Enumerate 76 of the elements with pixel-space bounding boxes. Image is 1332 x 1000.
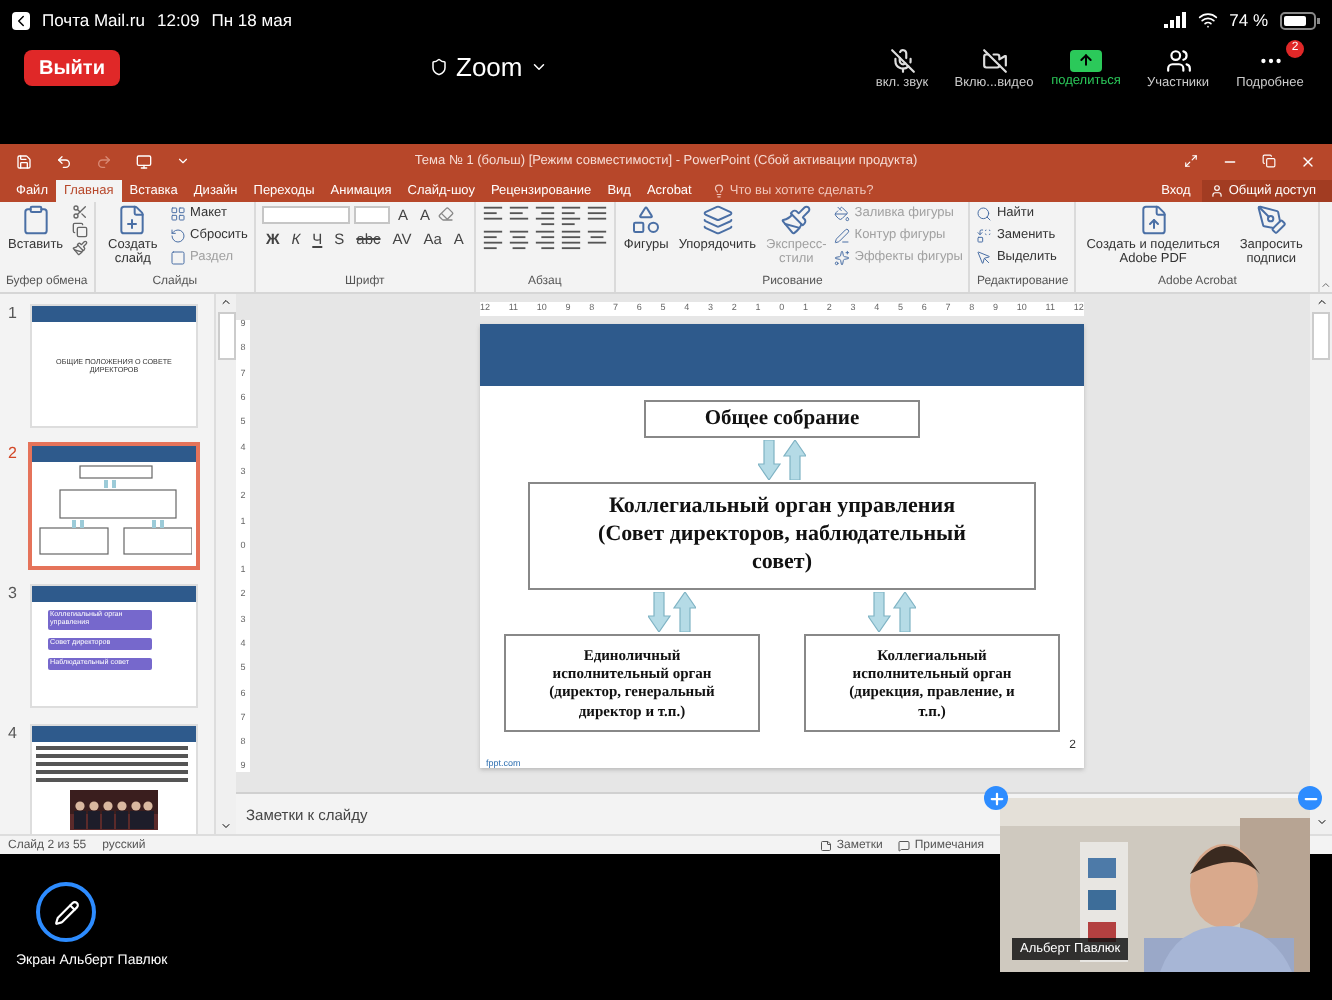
slide-thumbnail[interactable]	[30, 444, 198, 569]
align-left-icon[interactable]	[481, 227, 504, 250]
restore-icon[interactable]	[1262, 154, 1276, 169]
cut-icon[interactable]	[71, 203, 88, 220]
back-icon[interactable]	[12, 11, 30, 29]
font-size-field[interactable]	[353, 205, 390, 224]
muted-mic-icon	[889, 47, 915, 73]
participants-icon	[1165, 47, 1191, 73]
brush-icon	[780, 203, 813, 236]
battery-icon	[1280, 11, 1320, 29]
person-icon	[1210, 183, 1225, 198]
align-center-icon[interactable]	[585, 227, 608, 250]
align-justify-icon[interactable]	[559, 227, 582, 250]
ribbon-display-icon[interactable]	[1184, 154, 1198, 169]
sparkles-icon	[834, 249, 851, 266]
clipboard-icon	[19, 203, 52, 236]
pencil-icon	[53, 899, 79, 925]
save-icon[interactable]	[16, 153, 32, 170]
diagram-box: Коллегиальный орган управления (Совет директоров, наблюдательный совет)	[528, 482, 1036, 589]
scroll-up-icon[interactable]	[220, 296, 232, 309]
scroll-down-icon[interactable]	[1315, 816, 1327, 829]
wifi-icon	[1197, 10, 1218, 30]
eraser-icon[interactable]	[437, 206, 454, 223]
scroll-down-icon[interactable]	[220, 820, 232, 833]
share-screen-icon	[1070, 49, 1102, 71]
align-left-icon[interactable]	[481, 203, 504, 226]
customize-icon[interactable]	[176, 154, 190, 169]
shield-icon	[430, 57, 448, 75]
paint-bucket-icon	[834, 205, 851, 222]
scrollbar-thumb[interactable]	[217, 312, 235, 361]
back-app-label[interactable]: Почта Mail.ru	[42, 10, 145, 30]
layers-icon	[701, 203, 734, 236]
layout-icon	[170, 205, 187, 222]
pointer-icon	[976, 249, 993, 266]
reset-icon	[170, 227, 187, 244]
copy-icon[interactable]	[71, 221, 88, 238]
leave-button[interactable]: Выйти	[24, 50, 120, 86]
format-painter-icon[interactable]	[71, 239, 88, 256]
slide-number: 4	[8, 724, 19, 743]
plus-icon	[987, 789, 1005, 807]
align-justify-icon[interactable]	[585, 203, 608, 226]
new-slide-icon	[116, 203, 149, 236]
notes-icon	[820, 839, 833, 852]
align-right-icon[interactable]	[533, 203, 556, 226]
comment-icon	[898, 839, 911, 852]
pdf-upload-icon	[1137, 203, 1170, 236]
battery-percent: 74 %	[1229, 10, 1268, 30]
scrollbar-thumb[interactable]	[1312, 312, 1330, 361]
pen-icon	[834, 227, 851, 244]
time: 12:09	[156, 10, 200, 30]
lightbulb-icon	[711, 183, 726, 198]
up-down-arrows-icon	[648, 591, 696, 631]
slide-number: 2	[8, 444, 19, 463]
slide-number: 3	[8, 584, 19, 603]
diagram-box: Общее собрание	[644, 400, 920, 439]
annotate-button[interactable]	[36, 882, 96, 942]
up-down-arrows-icon	[758, 440, 806, 481]
align-center-icon[interactable]	[507, 227, 530, 250]
date: Пн 18 мая	[211, 10, 292, 30]
close-icon[interactable]	[1300, 153, 1316, 170]
section-icon	[170, 249, 187, 266]
font-name-field[interactable]	[261, 205, 350, 224]
slide-number: 1	[8, 304, 19, 323]
meeting-title-button[interactable]: Zoom	[430, 46, 549, 86]
align-left-icon[interactable]	[559, 203, 582, 226]
search-icon	[976, 205, 993, 222]
shapes-icon	[630, 203, 663, 236]
slideshow-icon[interactable]	[136, 153, 152, 170]
align-left-icon[interactable]	[507, 203, 530, 226]
signal-icon	[1163, 12, 1186, 28]
align-right-icon[interactable]	[533, 227, 556, 250]
scroll-up-icon[interactable]	[1315, 296, 1327, 309]
video-off-icon	[981, 47, 1007, 73]
up-down-arrows-icon	[868, 591, 916, 631]
signature-icon	[1255, 203, 1288, 236]
undo-icon[interactable]	[56, 153, 72, 170]
